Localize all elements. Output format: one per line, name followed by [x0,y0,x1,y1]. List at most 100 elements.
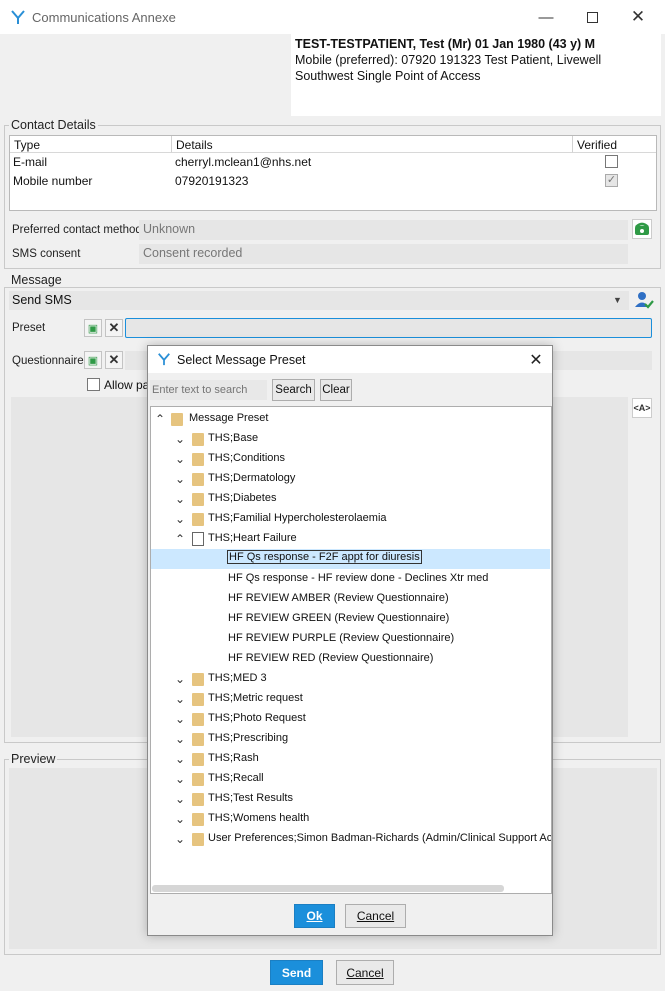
tree-folder[interactable]: ⌄ THS;Prescribing [151,729,550,749]
chevron-down-icon[interactable]: ⌄ [174,829,186,849]
clear-button-label: Clear [322,384,350,396]
tree-label: THS;Rash [208,752,259,764]
clear-x-icon: ✕ [108,352,120,367]
tree-folder[interactable]: ⌄ THS;Conditions [151,449,550,469]
contact-type-email: E-mail [13,155,48,169]
chevron-down-icon[interactable]: ⌄ [174,469,186,489]
preset-add-button[interactable]: ▣ [84,319,102,337]
tree-folder[interactable]: ⌄ THS;Rash [151,749,550,769]
questionnaire-clear-button[interactable]: ✕ [105,351,123,369]
tree-folder[interactable]: ⌄ THS;Womens health [151,809,550,829]
select-preset-dialog: Select Message Preset ✕ Search Clear ⌃ Me… [147,345,553,936]
column-header-type[interactable]: Type [10,136,172,153]
tree-label: THS;Base [208,432,259,444]
tree-item[interactable]: HF Qs response - F2F appt for diuresis [151,549,550,569]
tree-label: HF Qs response - F2F appt for diuresis [227,550,422,564]
column-header-details[interactable]: Details [172,136,573,153]
folder-icon [192,733,204,746]
tree-folder[interactable]: ⌄ THS;Familial Hypercholesterolaemia [151,509,550,529]
folder-icon [192,793,204,806]
tree-folder[interactable]: ⌄ THS;Metric request [151,689,550,709]
insert-template-button[interactable]: <A> [632,398,652,418]
send-type-select[interactable]: Send SMS ▼ [9,291,629,310]
tree-folder[interactable]: ⌄ User Preferences;Simon Badman-Richards … [151,829,551,849]
tree-item[interactable]: HF Qs response - HF review done - Declin… [151,569,550,589]
folder-icon [192,773,204,786]
chevron-down-icon[interactable]: ⌄ [174,689,186,709]
tree-label: THS;Metric request [208,692,303,704]
phone-icon [635,222,649,235]
tree-folder[interactable]: ⌄ THS;Base [151,429,550,449]
tree-folder[interactable]: ⌄ THS;MED 3 [151,669,550,689]
tree-folder[interactable]: ⌄ THS;Test Results [151,789,550,809]
tree-horizontal-scrollbar[interactable] [152,885,504,892]
tree-item[interactable]: HF REVIEW AMBER (Review Questionnaire) [151,589,550,609]
chevron-up-icon[interactable]: ⌃ [174,529,186,549]
dialog-close-button[interactable]: ✕ [525,349,547,371]
folder-icon [192,433,204,446]
chevron-down-icon[interactable]: ⌄ [174,709,186,729]
chevron-down-icon[interactable]: ⌄ [174,769,186,789]
verified-checkbox-mobile[interactable]: ✓ [605,174,618,187]
document-add-icon: ▣ [87,322,99,335]
tree-label: THS;Test Results [208,792,293,804]
search-button[interactable]: Search [272,379,315,401]
folder-open-icon [192,532,204,546]
send-button[interactable]: Send [270,960,323,985]
tree-item[interactable]: HF REVIEW GREEN (Review Questionnaire) [151,609,550,629]
chevron-up-icon[interactable]: ⌃ [154,409,166,429]
chevron-down-icon[interactable]: ⌄ [174,669,186,689]
chevron-down-icon[interactable]: ⌄ [174,429,186,449]
window-title: Communications Annexe [32,10,176,25]
chevron-down-icon[interactable]: ⌄ [174,509,186,529]
questionnaire-add-button[interactable]: ▣ [84,351,102,369]
chevron-down-icon[interactable]: ⌄ [174,809,186,829]
preset-clear-button[interactable]: ✕ [105,319,123,337]
contact-person-button[interactable] [634,290,654,310]
tree-folder[interactable]: ⌄ THS;Recall [151,769,550,789]
folder-icon [192,833,204,846]
cancel-button[interactable]: Cancel [336,960,394,985]
clear-search-button[interactable]: Clear [320,379,352,401]
banner-spacer [3,34,291,116]
tree-folder[interactable]: ⌄ THS;Diabetes [151,489,550,509]
preset-input[interactable] [125,318,652,338]
chevron-down-icon[interactable]: ⌄ [174,489,186,509]
dialog-title: Select Message Preset [177,353,306,367]
folder-icon [192,693,204,706]
contact-type-mobile: Mobile number [13,174,93,188]
tree-root[interactable]: ⌃ Message Preset [151,409,550,429]
minimize-button[interactable]: — [524,4,568,30]
verified-checkbox-email[interactable] [605,155,618,168]
preferred-contact-label: Preferred contact method [12,224,142,236]
chevron-down-icon[interactable]: ⌄ [174,749,186,769]
ok-button-label: Ok [306,909,323,923]
close-window-button[interactable]: ✕ [616,4,660,30]
maximize-icon [586,11,598,23]
search-button-label: Search [275,384,312,396]
folder-icon [192,513,204,526]
call-button[interactable] [632,219,652,239]
cancel-button-label: Cancel [346,965,384,980]
tree-folder[interactable]: ⌃ THS;Heart Failure [151,529,550,549]
folder-icon [192,493,204,506]
chevron-down-icon[interactable]: ⌄ [174,789,186,809]
column-header-verified[interactable]: Verified [573,136,656,153]
dialog-ok-button[interactable]: Ok [294,904,335,928]
preset-tree[interactable]: ⌃ Message Preset ⌄ THS;Base ⌄ THS;Conditions ⌄… [150,406,552,894]
maximize-button[interactable] [570,4,614,30]
preview-label: Preview [9,752,58,766]
chevron-down-icon[interactable]: ⌄ [174,449,186,469]
app-logo-icon [158,353,170,366]
chevron-down-icon[interactable]: ⌄ [174,729,186,749]
dialog-cancel-button[interactable]: Cancel [345,904,406,928]
tree-label: THS;Womens health [208,812,310,824]
allow-checkbox[interactable] [87,378,100,391]
tree-folder[interactable]: ⌄ THS;Photo Request [151,709,550,729]
preset-search-input[interactable] [150,380,267,400]
tree-item[interactable]: HF REVIEW PURPLE (Review Questionnaire) [151,629,550,649]
tree-folder[interactable]: ⌄ THS;Dermatology [151,469,550,489]
tree-item[interactable]: HF REVIEW RED (Review Questionnaire) [151,649,550,669]
contact-details-label: Contact Details [9,118,98,132]
send-button-label: Send [281,965,312,980]
